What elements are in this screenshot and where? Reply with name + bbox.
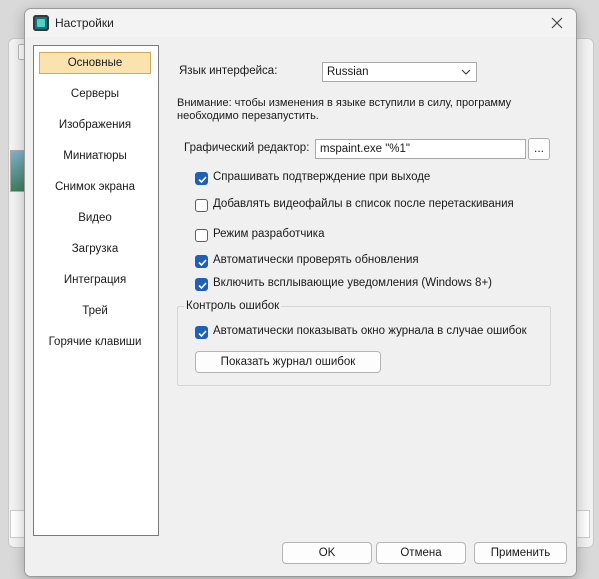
notifications-label: Включить всплывающие уведомления (Window… — [213, 277, 492, 289]
browse-button[interactable]: ... — [528, 138, 550, 160]
add-video-label: Добавлять видеофайлы в список после пере… — [213, 198, 514, 210]
checkmark-icon — [198, 259, 207, 267]
editor-path-input[interactable]: mspaint.exe "%1" — [315, 139, 526, 159]
sidebar-item-screenshot[interactable]: Снимок экрана — [39, 176, 151, 198]
checkmark-icon — [198, 330, 207, 338]
title-bar[interactable]: Настройки — [25, 9, 576, 37]
checkmark-icon — [198, 176, 207, 184]
auto-show-log-label: Автоматически показывать окно журнала в … — [213, 325, 527, 337]
language-select[interactable]: Russian — [322, 62, 477, 82]
dialog-footer: OK Отмена Применить — [25, 540, 576, 576]
sidebar-item-upload[interactable]: Загрузка — [39, 238, 151, 260]
app-logo-icon — [33, 15, 49, 31]
sidebar-item-general[interactable]: Основные — [39, 52, 151, 74]
auto-show-log-checkbox[interactable] — [195, 326, 208, 339]
sidebar-item-thumbnails[interactable]: Миниатюры — [39, 145, 151, 167]
chevron-down-icon — [461, 69, 471, 75]
developer-mode-label: Режим разработчика — [213, 228, 325, 240]
sidebar-item-tray[interactable]: Трей — [39, 300, 151, 322]
show-error-log-button[interactable]: Показать журнал ошибок — [195, 351, 381, 373]
developer-mode-checkbox[interactable] — [195, 229, 208, 242]
sidebar-item-hotkeys[interactable]: Горячие клавиши — [39, 331, 151, 353]
ok-button[interactable]: OK — [282, 542, 372, 564]
editor-label: Графический редактор: — [184, 142, 310, 154]
window-title: Настройки — [55, 16, 114, 30]
restart-note: Внимание: чтобы изменения в языке вступи… — [177, 97, 512, 122]
confirm-exit-label: Спрашивать подтверждение при выходе — [213, 171, 431, 183]
settings-dialog: Настройки Основные Серверы Изображения М… — [24, 8, 577, 577]
language-select-value: Russian — [327, 66, 369, 78]
settings-sidebar: Основные Серверы Изображения Миниатюры С… — [33, 45, 159, 536]
auto-update-checkbox[interactable] — [195, 255, 208, 268]
close-button[interactable] — [546, 13, 568, 33]
sidebar-item-servers[interactable]: Серверы — [39, 83, 151, 105]
confirm-exit-checkbox[interactable] — [195, 172, 208, 185]
cancel-button[interactable]: Отмена — [376, 542, 466, 564]
notifications-checkbox[interactable] — [195, 278, 208, 291]
add-video-checkbox[interactable] — [195, 199, 208, 212]
sidebar-item-integration[interactable]: Интеграция — [39, 269, 151, 291]
checkmark-icon — [198, 282, 207, 290]
auto-update-label: Автоматически проверять обновления — [213, 254, 419, 266]
sidebar-item-video[interactable]: Видео — [39, 207, 151, 229]
close-icon — [551, 17, 563, 29]
language-label: Язык интерфейса: — [179, 65, 278, 77]
settings-content: Язык интерфейса: Russian Внимание: чтобы… — [165, 45, 568, 534]
error-control-group — [177, 306, 551, 386]
apply-button[interactable]: Применить — [474, 542, 567, 564]
sidebar-item-images[interactable]: Изображения — [39, 114, 151, 136]
error-control-title: Контроль ошибок — [184, 300, 282, 312]
